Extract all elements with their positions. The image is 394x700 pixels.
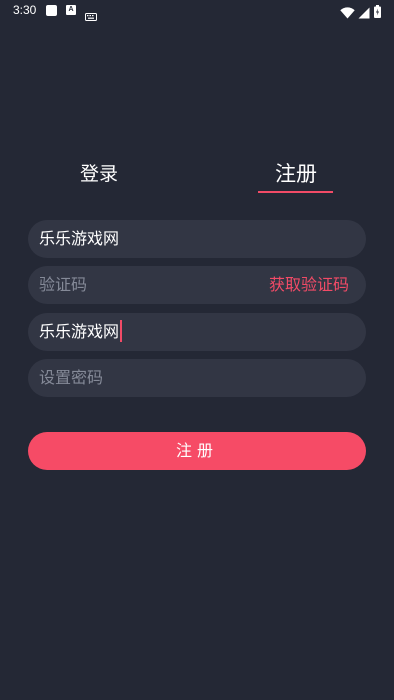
verification-code-placeholder: 验证码 (39, 275, 88, 294)
tab-register[interactable]: 注册 (256, 162, 336, 188)
text-caret (120, 320, 123, 342)
account-input[interactable]: 乐乐游戏网 (28, 220, 366, 258)
signal-icon (358, 4, 370, 23)
tab-login[interactable]: 登录 (72, 162, 126, 188)
wifi-icon (340, 4, 355, 23)
verification-code-input[interactable]: 验证码 获取验证码 (28, 266, 366, 304)
status-bar: 3:30 A (0, 0, 394, 22)
notification-a-badge-icon: A (66, 5, 76, 15)
get-code-button[interactable]: 获取验证码 (269, 266, 349, 304)
notification-square-icon (46, 5, 57, 16)
status-time: 3:30 (13, 3, 37, 17)
text-input-focused[interactable]: 乐乐游戏网 (28, 313, 366, 351)
password-placeholder: 设置密码 (39, 368, 104, 387)
keyboard-icon (85, 6, 97, 25)
battery-icon (374, 3, 381, 22)
account-input-value: 乐乐游戏网 (39, 229, 120, 248)
text-input-focused-value: 乐乐游戏网 (39, 322, 120, 341)
active-tab-indicator (258, 191, 333, 193)
text-input-focused-line: 乐乐游戏网 (39, 313, 123, 351)
register-button[interactable]: 注册 (28, 432, 366, 470)
password-input[interactable]: 设置密码 (28, 359, 366, 397)
